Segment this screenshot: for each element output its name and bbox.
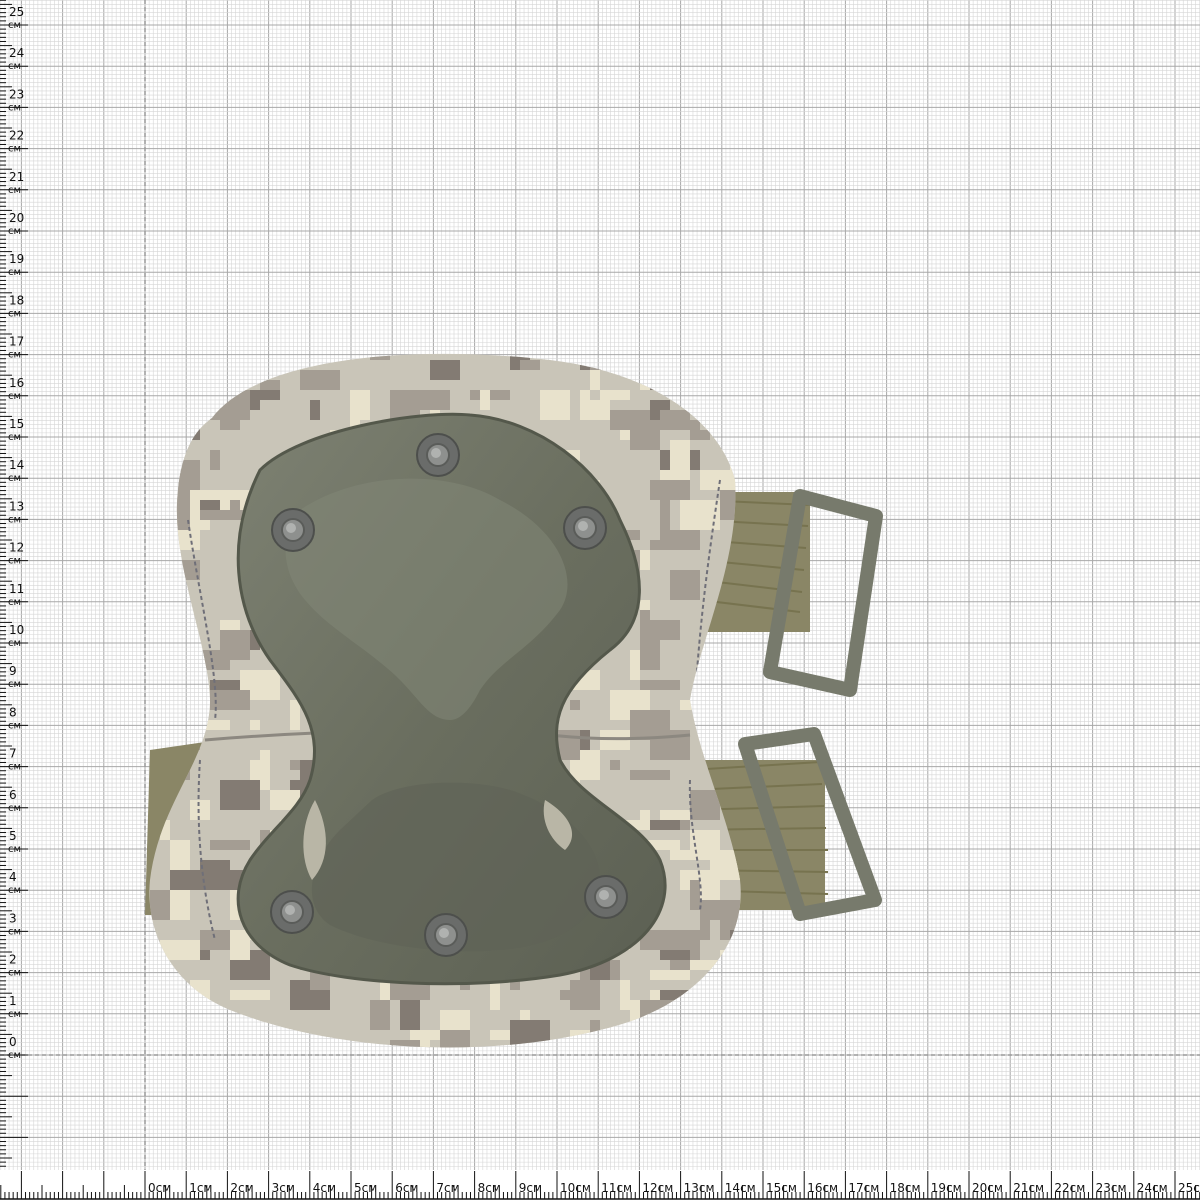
horizontal-ruler-label: 14см: [725, 1181, 756, 1195]
vertical-ruler-unit: см: [8, 968, 21, 979]
vertical-ruler-unit: см: [8, 61, 21, 72]
horizontal-ruler-label: 17см: [848, 1181, 879, 1195]
vertical-ruler-value: 24: [9, 46, 24, 60]
horizontal-ruler-label: 25см: [1178, 1181, 1200, 1195]
horizontal-ruler-label: 5см: [354, 1181, 377, 1195]
vertical-ruler-value: 10: [9, 623, 24, 637]
horizontal-ruler-label: 2см: [230, 1181, 253, 1195]
vertical-ruler-value: 8: [9, 705, 17, 719]
horizontal-ruler-label: 19см: [931, 1181, 962, 1195]
vertical-ruler-value: 5: [9, 829, 17, 843]
vertical-ruler-unit: см: [8, 20, 21, 31]
horizontal-ruler-label: 4см: [313, 1181, 336, 1195]
vertical-ruler-value: 18: [9, 293, 24, 307]
vertical-ruler-unit: см: [8, 1050, 21, 1061]
horizontal-ruler-label: 12см: [642, 1181, 673, 1195]
vertical-ruler-unit: см: [8, 267, 21, 278]
vertical-ruler-unit: см: [8, 185, 21, 196]
vertical-ruler-unit: см: [8, 885, 21, 896]
horizontal-ruler-label: 16см: [807, 1181, 838, 1195]
measurement-photo: 0см 1см 2см 3см 4см 5см 6см 7см 8см 9см 10см 11см 12…: [0, 0, 1200, 1200]
vertical-ruler-unit: см: [8, 1009, 21, 1020]
horizontal-ruler-label: 3см: [272, 1181, 295, 1195]
vertical-ruler-value: 11: [9, 582, 24, 596]
vertical-ruler-unit: см: [8, 556, 21, 567]
vertical-ruler-unit: см: [8, 102, 21, 113]
vertical-ruler-value: 9: [9, 664, 17, 678]
horizontal-ruler-label: 21см: [1013, 1181, 1044, 1195]
vertical-ruler-unit: см: [8, 720, 21, 731]
vertical-ruler-unit: см: [8, 926, 21, 937]
vertical-ruler-value: 1: [9, 994, 17, 1008]
vertical-ruler-value: 22: [9, 129, 24, 143]
vertical-ruler-unit: см: [8, 226, 21, 237]
vertical-ruler-value: 20: [9, 211, 24, 225]
horizontal-ruler-label: 7см: [436, 1181, 459, 1195]
vertical-ruler-unit: см: [8, 803, 21, 814]
horizontal-ruler-label: 20см: [972, 1181, 1003, 1195]
horizontal-ruler-label: 0см: [148, 1181, 171, 1195]
vertical-ruler-unit: см: [8, 844, 21, 855]
vertical-ruler-value: 2: [9, 953, 17, 967]
horizontal-ruler-label: 11см: [601, 1181, 632, 1195]
vertical-ruler-value: 21: [9, 170, 24, 184]
rulers: 0см 1см 2см 3см 4см 5см 6см 7см 8см 9см 10см 11см 12…: [0, 0, 1200, 1200]
horizontal-ruler-label: 13см: [684, 1181, 715, 1195]
vertical-ruler-unit: см: [8, 308, 21, 319]
vertical-ruler-value: 25: [9, 5, 24, 19]
horizontal-ruler-label: 9см: [519, 1181, 542, 1195]
horizontal-ruler-label: 15см: [766, 1181, 797, 1195]
vertical-ruler-value: 16: [9, 376, 24, 390]
vertical-ruler-unit: см: [8, 473, 21, 484]
vertical-ruler-unit: см: [8, 638, 21, 649]
vertical-ruler-value: 17: [9, 335, 24, 349]
vertical-ruler-value: 6: [9, 788, 17, 802]
vertical-ruler-value: 15: [9, 417, 24, 431]
horizontal-ruler-label: 23см: [1096, 1181, 1127, 1195]
vertical-ruler-value: 12: [9, 541, 24, 555]
vertical-ruler-unit: см: [8, 514, 21, 525]
horizontal-ruler-label: 6см: [395, 1181, 418, 1195]
vertical-ruler-unit: см: [8, 597, 21, 608]
vertical-ruler-value: 13: [9, 499, 24, 513]
vertical-ruler-unit: см: [8, 350, 21, 361]
vertical-ruler-unit: см: [8, 391, 21, 402]
vertical-ruler-value: 14: [9, 458, 24, 472]
vertical-ruler-unit: см: [8, 432, 21, 443]
vertical-ruler-unit: см: [8, 144, 21, 155]
vertical-ruler-value: 23: [9, 87, 24, 101]
horizontal-ruler-label: 24см: [1137, 1181, 1168, 1195]
horizontal-ruler-label: 22см: [1054, 1181, 1085, 1195]
vertical-ruler-value: 7: [9, 747, 17, 761]
vertical-ruler-value: 3: [9, 911, 17, 925]
vertical-ruler-value: 0: [9, 1035, 17, 1049]
horizontal-ruler-label: 8см: [478, 1181, 501, 1195]
horizontal-ruler-label: 18см: [890, 1181, 921, 1195]
vertical-ruler-value: 19: [9, 252, 24, 266]
horizontal-ruler-label: 1см: [189, 1181, 212, 1195]
horizontal-ruler-label: 10см: [560, 1181, 591, 1195]
vertical-ruler-unit: см: [8, 762, 21, 773]
vertical-ruler-value: 4: [9, 870, 17, 884]
vertical-ruler-unit: см: [8, 679, 21, 690]
